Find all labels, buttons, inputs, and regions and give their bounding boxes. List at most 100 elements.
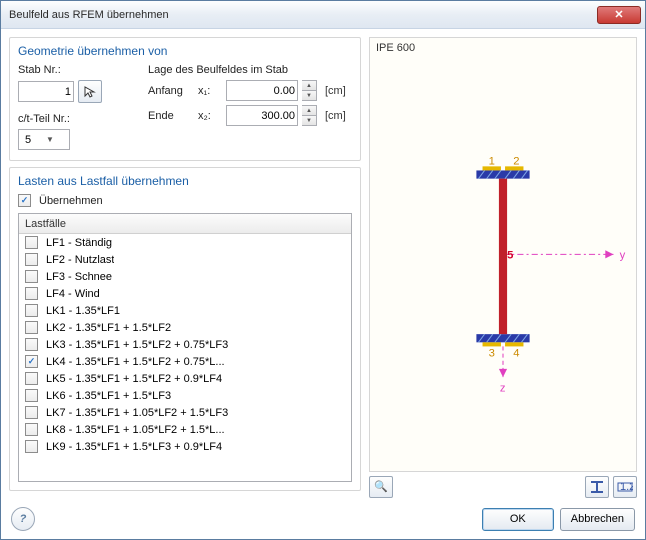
list-item[interactable]: LF3 - Schnee [19,268,351,285]
help-button[interactable]: ? [11,507,35,531]
list-item-label: LK3 - 1.35*LF1 + 1.5*LF2 + 0.75*LF3 [46,339,228,351]
ct-part-combo[interactable]: 5 ▼ [18,129,70,150]
x2-label: x₂: [198,110,222,122]
titlebar[interactable]: Beulfeld aus RFEM übernehmen ✕ [1,1,645,29]
list-item-checkbox[interactable] [25,287,38,300]
list-item-checkbox[interactable] [25,304,38,317]
chevron-down-icon: ▼ [46,135,67,144]
svg-text:1: 1 [489,155,495,167]
spin-down-icon[interactable]: ▼ [302,115,317,126]
view-section-button[interactable] [585,476,609,498]
svg-text:z: z [500,382,506,394]
preview-toolbar: 🔍 1.2 [369,476,637,498]
list-item-label: LK4 - 1.35*LF1 + 1.5*LF2 + 0.75*L... [46,356,225,368]
ipe-section-drawing: y z [370,38,636,471]
svg-text:2: 2 [513,155,519,167]
group-loads: Lasten aus Lastfall übernehmen Übernehme… [9,167,361,491]
list-item-checkbox[interactable] [25,389,38,402]
list-item-checkbox[interactable] [25,423,38,436]
list-item[interactable]: LK2 - 1.35*LF1 + 1.5*LF2 [19,319,351,336]
list-item[interactable]: LK8 - 1.35*LF1 + 1.05*LF2 + 1.5*L... [19,421,351,438]
list-item-label: LK1 - 1.35*LF1 [46,305,120,317]
list-item-label: LK5 - 1.35*LF1 + 1.5*LF2 + 0.9*LF4 [46,373,222,385]
list-item-checkbox[interactable] [25,440,38,453]
spin-down-icon[interactable]: ▼ [302,90,317,101]
x2-input[interactable]: 300.00 [226,105,298,126]
cancel-button[interactable]: Abbrechen [560,508,635,531]
dialog-body: Geometrie übernehmen von Stab Nr.: c/t-T… [1,29,645,499]
dialog-window: Beulfeld aus RFEM übernehmen ✕ Geometrie… [0,0,646,540]
ct-part-value: 5 [25,134,46,146]
ct-label: c/t-Teil Nr.: [18,113,130,125]
ende-label: Ende [148,110,194,122]
stab-number-input[interactable] [18,81,74,102]
list-item-checkbox[interactable] [25,406,38,419]
values-icon: 1.2 [617,481,633,493]
right-column: IPE 600 y z [369,37,637,491]
list-item-label: LF1 - Ständig [46,237,112,249]
pick-cursor-icon [83,85,97,99]
list-item-label: LK2 - 1.35*LF1 + 1.5*LF2 [46,322,171,334]
dialog-footer: ? OK Abbrechen [1,499,645,539]
list-item-checkbox[interactable] [25,321,38,334]
list-item[interactable]: LK1 - 1.35*LF1 [19,302,351,319]
magnifier-icon: 🔍 [374,480,388,493]
svg-text:1.2: 1.2 [620,481,633,493]
pick-member-button[interactable] [78,80,102,103]
svg-text:4: 4 [513,348,519,360]
list-item[interactable]: LK3 - 1.35*LF1 + 1.5*LF2 + 0.75*LF3 [19,336,351,353]
take-loads-checkbox[interactable] [18,194,31,207]
loadcases-header[interactable]: Lastfälle [19,214,351,234]
svg-text:3: 3 [489,348,495,360]
list-item-checkbox[interactable] [25,355,38,368]
list-item-checkbox[interactable] [25,338,38,351]
list-item[interactable]: LK9 - 1.35*LF1 + 1.5*LF3 + 0.9*LF4 [19,438,351,455]
zoom-button[interactable]: 🔍 [369,476,393,498]
list-item-label: LK7 - 1.35*LF1 + 1.05*LF2 + 1.5*LF3 [46,407,228,419]
x1-spinner[interactable]: ▲▼ [302,80,317,101]
window-title: Beulfeld aus RFEM übernehmen [9,9,597,21]
x2-unit: [cm] [325,110,346,122]
help-icon: ? [20,513,27,525]
list-item-checkbox[interactable] [25,253,38,266]
section-preview[interactable]: IPE 600 y z [369,37,637,472]
list-item-checkbox[interactable] [25,270,38,283]
close-icon: ✕ [614,8,623,21]
list-item-checkbox[interactable] [25,372,38,385]
group-geometry-title: Geometrie übernehmen von [18,44,352,58]
i-section-icon [590,481,604,493]
x1-unit: [cm] [325,85,346,97]
list-item[interactable]: LK7 - 1.35*LF1 + 1.05*LF2 + 1.5*LF3 [19,404,351,421]
lage-label: Lage des Beulfeldes im Stab [148,64,352,76]
list-item[interactable]: LK6 - 1.35*LF1 + 1.5*LF3 [19,387,351,404]
x2-spinner[interactable]: ▲▼ [302,105,317,126]
loadcases-body[interactable]: LF1 - Ständig LF2 - Nutzlast LF3 - Schnee L… [19,234,351,481]
svg-text:5: 5 [507,249,513,261]
group-geometry: Geometrie übernehmen von Stab Nr.: c/t-T… [9,37,361,161]
x1-label: x₁: [198,85,222,97]
loadcases-listbox: Lastfälle LF1 - Ständig LF2 - Nutzlast LF3… [18,213,352,482]
list-item-label: LK8 - 1.35*LF1 + 1.05*LF2 + 1.5*L... [46,424,225,436]
list-item-checkbox[interactable] [25,236,38,249]
profile-label: IPE 600 [376,42,415,54]
close-button[interactable]: ✕ [597,6,641,24]
spin-up-icon[interactable]: ▲ [302,80,317,90]
list-item-label: LF2 - Nutzlast [46,254,114,266]
list-item-label: LK6 - 1.35*LF1 + 1.5*LF3 [46,390,171,402]
ok-button[interactable]: OK [482,508,554,531]
list-item-label: LK9 - 1.35*LF1 + 1.5*LF3 + 0.9*LF4 [46,441,222,453]
take-loads-label: Übernehmen [39,195,103,207]
list-item[interactable]: LF1 - Ständig [19,234,351,251]
list-item-label: LF4 - Wind [46,288,100,300]
anfang-label: Anfang [148,85,194,97]
spin-up-icon[interactable]: ▲ [302,105,317,115]
view-values-button[interactable]: 1.2 [613,476,637,498]
x1-input[interactable]: 0.00 [226,80,298,101]
list-item-label: LF3 - Schnee [46,271,112,283]
list-item[interactable]: LF4 - Wind [19,285,351,302]
left-column: Geometrie übernehmen von Stab Nr.: c/t-T… [9,37,361,491]
list-item[interactable]: LK5 - 1.35*LF1 + 1.5*LF2 + 0.9*LF4 [19,370,351,387]
group-loads-title: Lasten aus Lastfall übernehmen [18,174,352,188]
list-item[interactable]: LF2 - Nutzlast [19,251,351,268]
list-item[interactable]: LK4 - 1.35*LF1 + 1.5*LF2 + 0.75*L... [19,353,351,370]
